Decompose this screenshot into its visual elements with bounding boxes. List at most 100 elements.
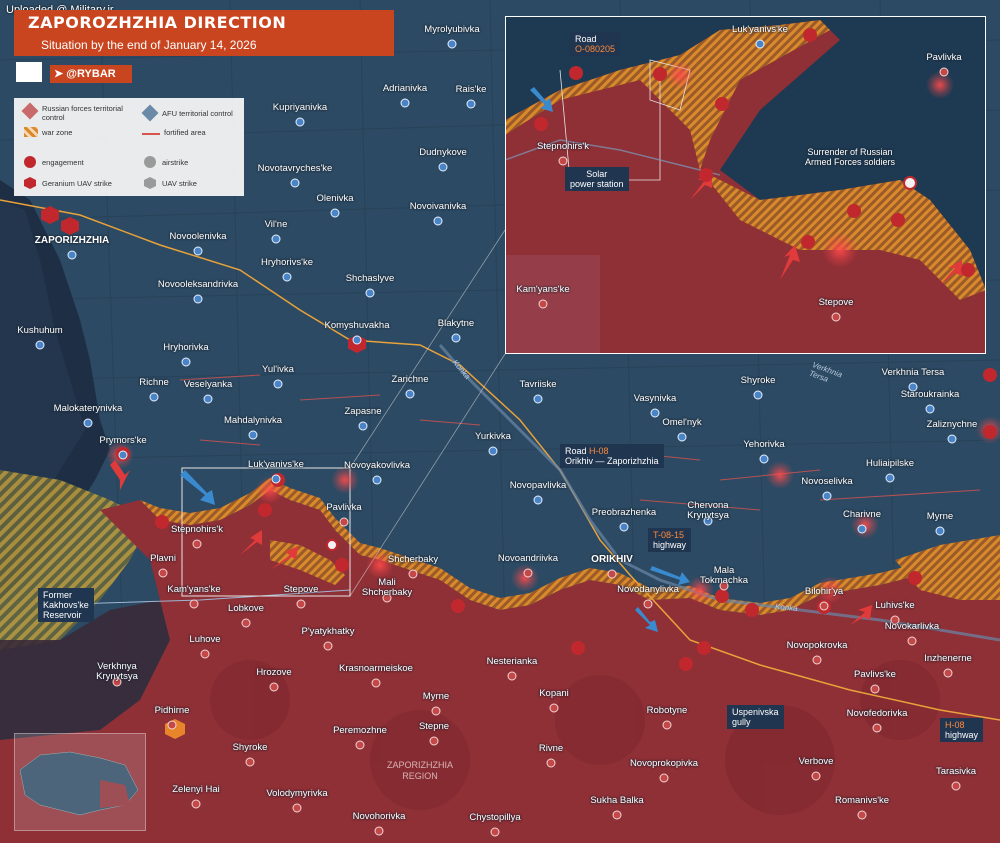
place-marker[interactable] — [659, 773, 669, 783]
place-marker[interactable] — [907, 636, 917, 646]
place-marker[interactable] — [372, 475, 382, 485]
place-marker[interactable] — [433, 216, 443, 226]
engagement-icon[interactable] — [571, 641, 585, 655]
engagement-icon[interactable] — [715, 97, 729, 111]
place-marker[interactable] — [753, 390, 763, 400]
engagement-icon[interactable] — [715, 589, 729, 603]
place-marker[interactable] — [158, 568, 168, 578]
place-marker[interactable] — [831, 312, 841, 322]
engagement-icon[interactable] — [908, 571, 922, 585]
place-marker[interactable] — [538, 299, 548, 309]
place-marker[interactable] — [438, 162, 448, 172]
place-marker[interactable] — [812, 655, 822, 665]
place-marker[interactable] — [295, 117, 305, 127]
place-marker[interactable] — [759, 454, 769, 464]
place-marker[interactable] — [925, 404, 935, 414]
place-marker[interactable] — [857, 810, 867, 820]
place-marker[interactable] — [405, 389, 415, 399]
place-marker[interactable] — [371, 678, 381, 688]
place-marker[interactable] — [191, 799, 201, 809]
engagement-icon[interactable] — [155, 515, 169, 529]
place-marker[interactable] — [872, 723, 882, 733]
place-marker[interactable] — [273, 379, 283, 389]
place-marker[interactable] — [811, 771, 821, 781]
engagement-icon[interactable] — [679, 657, 693, 671]
place-marker[interactable] — [241, 618, 251, 628]
place-marker[interactable] — [947, 434, 957, 444]
place-marker[interactable] — [490, 827, 500, 837]
place-marker[interactable] — [181, 357, 191, 367]
engagement-icon[interactable] — [891, 213, 905, 227]
place-marker[interactable] — [607, 569, 617, 579]
place-marker[interactable] — [193, 246, 203, 256]
place-marker[interactable] — [189, 599, 199, 609]
place-marker[interactable] — [431, 706, 441, 716]
channel-tag[interactable]: ➤ @RYBAR — [50, 65, 132, 83]
place-marker[interactable] — [245, 757, 255, 767]
engagement-icon[interactable] — [847, 204, 861, 218]
engagement-icon[interactable] — [803, 28, 817, 42]
place-marker[interactable] — [546, 758, 556, 768]
place-marker[interactable] — [643, 599, 653, 609]
place-marker[interactable] — [939, 67, 949, 77]
place-marker[interactable] — [192, 539, 202, 549]
surrender-icon[interactable] — [326, 539, 338, 551]
place-marker[interactable] — [558, 156, 568, 166]
place-marker[interactable] — [755, 39, 765, 49]
place-marker[interactable] — [339, 517, 349, 527]
place-marker[interactable] — [549, 703, 559, 713]
place-marker[interactable] — [943, 668, 953, 678]
place-marker[interactable] — [355, 740, 365, 750]
place-marker[interactable] — [429, 736, 439, 746]
place-marker[interactable] — [523, 568, 533, 578]
place-marker[interactable] — [352, 335, 362, 345]
place-marker[interactable] — [507, 671, 517, 681]
place-marker[interactable] — [282, 272, 292, 282]
engagement-icon[interactable] — [569, 66, 583, 80]
place-marker[interactable] — [451, 333, 461, 343]
place-marker[interactable] — [67, 250, 77, 260]
engagement-icon[interactable] — [335, 558, 349, 572]
place-marker[interactable] — [83, 418, 93, 428]
place-marker[interactable] — [533, 394, 543, 404]
place-marker[interactable] — [612, 810, 622, 820]
place-marker[interactable] — [650, 408, 660, 418]
engagement-icon[interactable] — [745, 603, 759, 617]
place-marker[interactable] — [885, 473, 895, 483]
place-marker[interactable] — [248, 430, 258, 440]
place-marker[interactable] — [149, 392, 159, 402]
place-marker[interactable] — [951, 781, 961, 791]
place-marker[interactable] — [292, 803, 302, 813]
engagement-icon[interactable] — [983, 425, 997, 439]
place-marker[interactable] — [167, 720, 177, 730]
place-marker[interactable] — [358, 421, 368, 431]
place-marker[interactable] — [488, 446, 498, 456]
place-marker[interactable] — [193, 294, 203, 304]
place-marker[interactable] — [35, 340, 45, 350]
place-marker[interactable] — [447, 39, 457, 49]
place-marker[interactable] — [330, 208, 340, 218]
engagement-icon[interactable] — [961, 263, 975, 277]
place-marker[interactable] — [857, 524, 867, 534]
place-marker[interactable] — [365, 288, 375, 298]
place-marker[interactable] — [290, 178, 300, 188]
place-marker[interactable] — [870, 684, 880, 694]
place-marker[interactable] — [822, 491, 832, 501]
engagement-icon[interactable] — [697, 641, 711, 655]
place-marker[interactable] — [935, 526, 945, 536]
surrender-icon[interactable] — [903, 176, 917, 190]
place-marker[interactable] — [819, 601, 829, 611]
place-marker[interactable] — [271, 234, 281, 244]
place-marker[interactable] — [200, 649, 210, 659]
place-marker[interactable] — [677, 432, 687, 442]
place-marker[interactable] — [662, 720, 672, 730]
engagement-icon[interactable] — [258, 503, 272, 517]
engagement-icon[interactable] — [653, 67, 667, 81]
place-marker[interactable] — [118, 450, 128, 460]
place-marker[interactable] — [203, 394, 213, 404]
engagement-icon[interactable] — [801, 235, 815, 249]
place-marker[interactable] — [466, 99, 476, 109]
place-marker[interactable] — [296, 599, 306, 609]
engagement-icon[interactable] — [983, 368, 997, 382]
engagement-icon[interactable] — [534, 117, 548, 131]
